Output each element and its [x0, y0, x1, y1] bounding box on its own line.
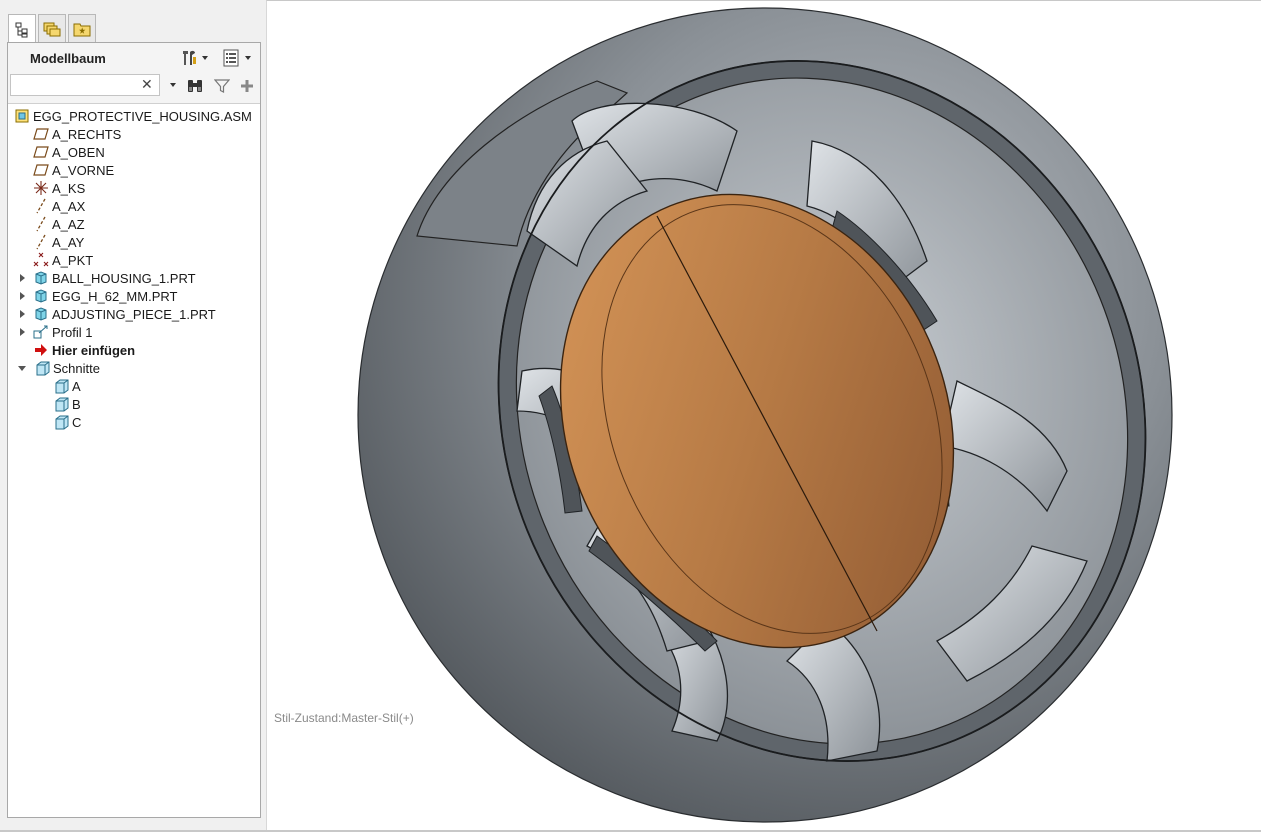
tree-item-a-az[interactable]: A_AZ: [33, 215, 85, 233]
datum-axis-icon: [33, 198, 49, 214]
favorites-folder-icon: [73, 23, 91, 36]
expand-arrow-icon[interactable]: [20, 292, 25, 300]
insert-here-icon: [33, 342, 49, 358]
datum-plane-icon: [33, 162, 49, 178]
tab-favorites[interactable]: [68, 14, 96, 42]
coordinate-system-icon: [33, 180, 49, 196]
tree-settings-button[interactable]: [180, 49, 208, 67]
part-icon: [33, 270, 49, 286]
add-column-button[interactable]: [240, 78, 254, 99]
section-icon: [53, 414, 69, 430]
tree-item-egg[interactable]: EGG_H_62_MM.PRT: [20, 287, 177, 305]
tree-item-label: A_RECHTS: [52, 126, 122, 142]
tools-icon: [183, 50, 196, 65]
model-tree-title: Modellbaum: [30, 51, 106, 66]
tree-item-section-c[interactable]: C: [53, 413, 81, 431]
expand-arrow-icon[interactable]: [20, 328, 25, 336]
tree-item-a-rechts[interactable]: A_RECHTS: [33, 125, 121, 143]
tree-item-label: A_AX: [52, 198, 86, 214]
binoculars-icon: [188, 80, 202, 92]
tab-model-tree[interactable]: [8, 14, 36, 44]
clear-search-icon[interactable]: ✕: [141, 76, 153, 93]
tree-show-button[interactable]: [223, 49, 251, 67]
datum-point-icon: [33, 252, 49, 268]
expand-arrow-icon[interactable]: [20, 274, 25, 282]
assembly-3d-view[interactable]: [267, 1, 1261, 833]
model-tree-icon: [15, 22, 28, 37]
chevron-down-icon: [202, 56, 208, 60]
tree-item-label: BALL_HOUSING_1.PRT: [52, 270, 196, 286]
tree-item-a-ks[interactable]: A_KS: [33, 179, 85, 197]
tree-item-label: A_AY: [52, 234, 85, 250]
graphics-viewport[interactable]: Stil-Zustand:Master-Stil(+): [266, 0, 1261, 832]
tree-item-schnitte[interactable]: Schnitte: [18, 359, 100, 377]
datum-axis-icon: [33, 234, 49, 250]
part-icon: [33, 306, 49, 322]
plus-icon: [241, 80, 253, 92]
find-button[interactable]: [186, 78, 204, 99]
tree-item-label: A_OBEN: [52, 144, 105, 160]
list-icon: [223, 49, 239, 67]
expand-arrow-icon[interactable]: [20, 310, 25, 318]
tree-item-a-oben[interactable]: A_OBEN: [33, 143, 105, 161]
navigator-panel: Modellbaum ✕ EGG_PROTECTIVE_HOUSING.ASM …: [0, 0, 266, 832]
tree-item-label: C: [72, 414, 82, 430]
tree-item-section-b[interactable]: B: [53, 395, 81, 413]
tree-item-profil-1[interactable]: Profil 1: [20, 323, 92, 341]
tree-item-insert-here[interactable]: Hier einfügen: [33, 341, 135, 359]
tree-item-assembly[interactable]: EGG_PROTECTIVE_HOUSING.ASM: [14, 107, 252, 125]
tree-item-label: EGG_PROTECTIVE_HOUSING.ASM: [33, 108, 252, 124]
chevron-down-icon: [245, 56, 251, 60]
tree-item-label: A_VORNE: [52, 162, 115, 178]
tree-item-label: Schnitte: [53, 360, 100, 376]
profile-icon: [33, 324, 49, 340]
tree-item-a-vorne[interactable]: A_VORNE: [33, 161, 114, 179]
model-tree-header: Modellbaum: [8, 43, 260, 73]
tree-item-section-a[interactable]: A: [53, 377, 81, 395]
tree-item-a-ax[interactable]: A_AX: [33, 197, 85, 215]
style-state-status: Stil-Zustand:Master-Stil(+): [274, 711, 414, 725]
assembly-icon: [14, 108, 30, 124]
tree-item-label: A: [72, 378, 81, 394]
tree-search-bar: ✕: [8, 73, 260, 104]
tab-layers[interactable]: [38, 14, 66, 42]
tree-item-a-pkt[interactable]: A_PKT: [33, 251, 93, 269]
datum-axis-icon: [33, 216, 49, 232]
tree-item-label: A_AZ: [52, 216, 85, 232]
tree-item-adjusting-piece[interactable]: ADJUSTING_PIECE_1.PRT: [20, 305, 216, 323]
tree-item-label: B: [72, 396, 81, 412]
tree-search-input[interactable]: [10, 74, 160, 96]
datum-plane-icon: [33, 144, 49, 160]
tree-item-label: ADJUSTING_PIECE_1.PRT: [52, 306, 216, 322]
tree-item-label: A_KS: [52, 180, 86, 196]
filter-icon: [213, 79, 231, 93]
collapse-arrow-icon[interactable]: [18, 365, 26, 371]
tree-item-label: A_PKT: [52, 252, 94, 268]
filter-button[interactable]: [213, 78, 231, 99]
model-tree-panel: Modellbaum ✕ EGG_PROTECTIVE_HOUSING.ASM …: [7, 42, 261, 818]
tree-item-label: Hier einfügen: [52, 342, 136, 358]
layers-folder-icon: [43, 22, 61, 36]
section-icon: [53, 378, 69, 394]
tree-item-ball-housing[interactable]: BALL_HOUSING_1.PRT: [20, 269, 196, 287]
tree-item-a-ay[interactable]: A_AY: [33, 233, 84, 251]
section-icon: [53, 396, 69, 412]
tree-item-label: Profil 1: [52, 324, 93, 340]
datum-plane-icon: [33, 126, 49, 142]
sections-folder-icon: [34, 360, 50, 376]
tree-item-label: EGG_H_62_MM.PRT: [52, 288, 178, 304]
part-icon: [33, 288, 49, 304]
search-dropdown-icon[interactable]: [170, 83, 176, 87]
